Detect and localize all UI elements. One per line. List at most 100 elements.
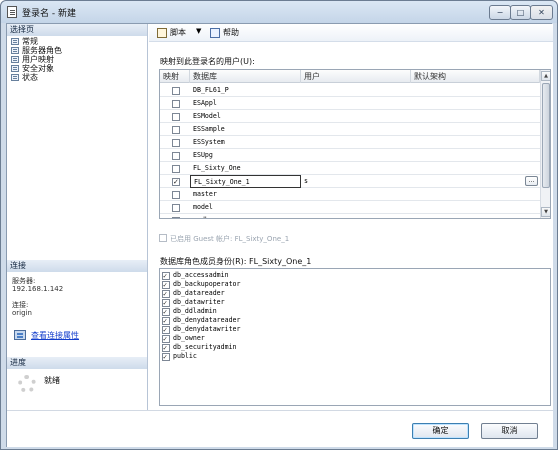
role-item[interactable]: db_owner xyxy=(160,334,550,343)
role-item[interactable]: db_datawriter xyxy=(160,298,550,307)
role-checkbox[interactable] xyxy=(162,326,170,334)
connection-info: 服务器: 192.168.1.142 连接: origin xyxy=(12,275,63,317)
schema-cell[interactable] xyxy=(411,123,540,136)
schema-cell[interactable] xyxy=(411,136,540,149)
user-cell[interactable] xyxy=(301,201,411,214)
table-row[interactable]: FL_Sixty_One xyxy=(160,162,540,175)
table-row[interactable]: ESSample xyxy=(160,123,540,136)
scroll-up-arrow-icon[interactable]: ▲ xyxy=(541,71,550,81)
map-checkbox[interactable] xyxy=(172,178,180,186)
schema-cell[interactable] xyxy=(411,84,540,97)
page-label: 用户映射 xyxy=(22,55,54,64)
map-checkbox[interactable] xyxy=(172,152,180,160)
help-button[interactable]: 帮助 xyxy=(210,27,239,39)
role-checkbox[interactable] xyxy=(162,308,170,316)
role-checkbox[interactable] xyxy=(162,335,170,343)
role-checkbox[interactable] xyxy=(162,281,170,289)
table-row[interactable]: master xyxy=(160,188,540,201)
database-cell: ESUpg xyxy=(193,151,213,159)
map-checkbox[interactable] xyxy=(172,204,180,212)
connection-properties-icon xyxy=(14,330,26,340)
column-header-database: 数据库 xyxy=(190,70,301,83)
map-checkbox[interactable] xyxy=(172,165,180,173)
page-icon xyxy=(11,38,19,45)
map-checkbox[interactable] xyxy=(172,191,180,199)
map-checkbox[interactable] xyxy=(172,87,180,95)
page-item-securables[interactable]: 安全对象 xyxy=(11,64,62,73)
map-checkbox[interactable] xyxy=(172,100,180,108)
scroll-down-arrow-icon[interactable]: ▼ xyxy=(541,207,550,217)
role-checkbox[interactable] xyxy=(162,290,170,298)
table-row[interactable]: ESUpg xyxy=(160,149,540,162)
role-item[interactable]: public xyxy=(160,352,550,361)
map-checkbox[interactable] xyxy=(172,126,180,134)
database-cell: ESModel xyxy=(193,112,221,120)
map-checkbox[interactable] xyxy=(172,217,180,218)
schema-cell[interactable] xyxy=(411,201,540,214)
schema-cell[interactable] xyxy=(411,149,540,162)
user-cell[interactable] xyxy=(301,149,411,162)
role-checkbox[interactable] xyxy=(162,344,170,352)
schema-cell[interactable] xyxy=(411,162,540,175)
user-cell[interactable] xyxy=(301,110,411,123)
schema-cell[interactable] xyxy=(411,110,540,123)
table-row[interactable]: ESModel xyxy=(160,110,540,123)
user-cell[interactable] xyxy=(301,97,411,110)
role-checkbox[interactable] xyxy=(162,272,170,280)
schema-cell[interactable] xyxy=(411,188,540,201)
ok-button[interactable]: 确定 xyxy=(412,423,469,439)
table-row-selected[interactable]: FL_Sixty_One_1 s ... xyxy=(160,175,540,188)
schema-cell[interactable] xyxy=(411,97,540,110)
map-checkbox[interactable] xyxy=(172,113,180,121)
table-row[interactable]: DB_FL61_P xyxy=(160,84,540,97)
help-icon xyxy=(210,28,220,38)
role-item[interactable]: db_ddladmin xyxy=(160,307,550,316)
user-cell[interactable]: s xyxy=(301,175,411,188)
database-roles-list[interactable]: db_accessadmin db_backupoperator db_data… xyxy=(159,268,551,406)
user-cell[interactable] xyxy=(301,136,411,149)
window-title: 登录名 - 新建 xyxy=(22,9,76,19)
user-cell[interactable] xyxy=(301,162,411,175)
database-cell: ESSample xyxy=(193,125,225,133)
maximize-button[interactable]: □ xyxy=(510,5,531,20)
page-item-server-roles[interactable]: 服务器角色 xyxy=(11,46,62,55)
progress-header: 进度 xyxy=(7,357,147,369)
close-button[interactable]: ✕ xyxy=(530,5,553,20)
user-cell[interactable] xyxy=(301,123,411,136)
role-checkbox[interactable] xyxy=(162,317,170,325)
page-icon xyxy=(11,74,19,81)
browse-schema-button[interactable]: ... xyxy=(525,176,538,186)
user-cell[interactable] xyxy=(301,188,411,201)
schema-cell[interactable] xyxy=(411,214,540,218)
table-row[interactable]: ESSystem xyxy=(160,136,540,149)
user-cell[interactable] xyxy=(301,214,411,218)
role-item[interactable]: db_backupoperator xyxy=(160,280,550,289)
table-row[interactable]: msdb xyxy=(160,214,540,218)
column-header-user: 用户 xyxy=(301,70,411,83)
role-checkbox[interactable] xyxy=(162,353,170,361)
user-mapping-grid[interactable]: 映射 数据库 用户 默认架构 DB_FL61_P ESAppl ESModel … xyxy=(159,69,551,219)
user-cell[interactable] xyxy=(301,84,411,97)
view-connection-properties-link[interactable]: 查看连接属性 xyxy=(14,330,79,341)
grid-vertical-scrollbar[interactable]: ▲ ▼ xyxy=(540,70,550,218)
role-checkbox[interactable] xyxy=(162,299,170,307)
role-item[interactable]: db_denydatareader xyxy=(160,316,550,325)
minimize-button[interactable]: − xyxy=(489,5,511,20)
role-item[interactable]: db_datareader xyxy=(160,289,550,298)
cancel-button[interactable]: 取消 xyxy=(481,423,538,439)
column-header-map: 映射 xyxy=(160,70,190,83)
script-button[interactable]: 脚本 xyxy=(157,27,186,39)
role-item[interactable]: db_accessadmin xyxy=(160,271,550,280)
script-dropdown-arrow[interactable]: ▼ xyxy=(196,27,201,35)
table-row[interactable]: model xyxy=(160,201,540,214)
schema-cell[interactable] xyxy=(411,175,521,188)
page-item-general[interactable]: 常规 xyxy=(11,37,62,46)
page-item-status[interactable]: 状态 xyxy=(11,73,62,82)
table-row[interactable]: ESAppl xyxy=(160,97,540,110)
scroll-thumb[interactable] xyxy=(542,83,550,188)
role-item[interactable]: db_securityadmin xyxy=(160,343,550,352)
map-checkbox[interactable] xyxy=(172,139,180,147)
role-item[interactable]: db_denydatawriter xyxy=(160,325,550,334)
database-cell: msdb xyxy=(190,214,301,218)
page-item-user-mapping[interactable]: 用户映射 xyxy=(11,55,62,64)
